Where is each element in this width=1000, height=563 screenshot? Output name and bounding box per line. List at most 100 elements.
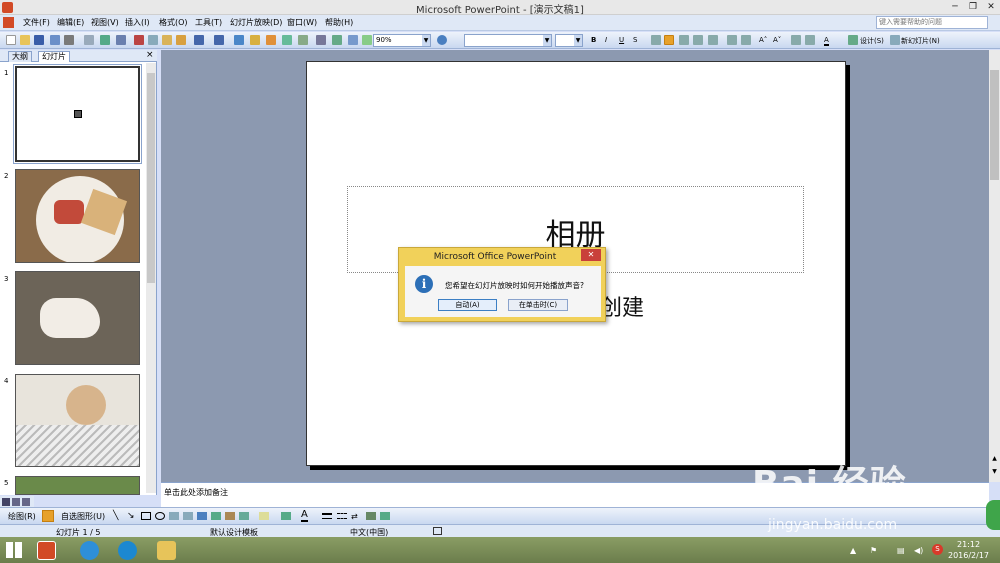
increase-font-icon[interactable]: A˄ — [759, 36, 767, 44]
decrease-indent-icon[interactable] — [791, 35, 801, 45]
spell-check-status-icon[interactable] — [433, 527, 442, 535]
flag-icon[interactable]: ⚑ — [870, 546, 877, 555]
menu-format[interactable]: 格式(O) — [159, 17, 188, 28]
autoshapes-menu[interactable]: 自选图形(U) — [61, 511, 105, 522]
oval-icon[interactable] — [155, 512, 165, 520]
3d-style-icon[interactable] — [380, 512, 390, 520]
new-slide-button[interactable]: 新幻灯片(N) — [901, 36, 940, 46]
shadow-icon[interactable]: S — [633, 36, 637, 44]
font-size-select[interactable]: ▼ — [555, 34, 583, 47]
expand-all-icon[interactable] — [316, 35, 326, 45]
slide-thumbnail-2[interactable] — [15, 169, 140, 263]
menu-file[interactable]: 文件(F) — [23, 17, 50, 28]
distributed-icon[interactable] — [708, 35, 718, 45]
open-icon[interactable] — [20, 35, 30, 45]
minimize-button[interactable]: ─ — [946, 0, 964, 14]
close-pane-icon[interactable]: × — [146, 50, 154, 60]
canvas-scroll-thumb[interactable] — [990, 70, 999, 180]
align-center-icon[interactable] — [664, 35, 674, 45]
font-color-icon[interactable]: A — [824, 36, 829, 46]
redo-icon[interactable] — [214, 35, 224, 45]
diagram-icon[interactable] — [211, 512, 221, 520]
rectangle-icon[interactable] — [141, 512, 151, 520]
save-icon[interactable] — [34, 35, 44, 45]
menu-help[interactable]: 帮助(H) — [325, 17, 353, 28]
menu-tools[interactable]: 工具(T) — [195, 17, 222, 28]
input-method-icon[interactable]: S — [932, 544, 943, 555]
slide-thumbnail-3[interactable] — [15, 271, 140, 365]
help-search-input[interactable]: 键入需要帮助的问题 — [876, 16, 988, 29]
bold-icon[interactable]: B — [591, 36, 596, 44]
undo-icon[interactable] — [194, 35, 204, 45]
cut-icon[interactable] — [134, 35, 144, 45]
slideshow-view-icon[interactable] — [22, 498, 30, 506]
print-icon[interactable] — [64, 35, 74, 45]
color-grayscale-icon[interactable] — [362, 35, 372, 45]
font-select[interactable]: ▼ — [464, 34, 552, 47]
arrow-icon[interactable]: ↘ — [127, 511, 137, 521]
shadow-style-icon[interactable] — [366, 512, 376, 520]
spelling-icon[interactable] — [100, 35, 110, 45]
browser-taskbar-icon[interactable] — [80, 541, 99, 560]
textbox-icon[interactable] — [169, 512, 179, 520]
document-icon[interactable] — [3, 17, 14, 28]
dash-style-icon[interactable] — [337, 513, 347, 519]
normal-view-icon[interactable] — [2, 498, 10, 506]
zoom-select[interactable]: 90% ▼ — [373, 34, 431, 47]
prev-slide-icon[interactable]: ▲ — [990, 455, 999, 463]
format-painter-icon[interactable] — [176, 35, 186, 45]
on-click-button[interactable]: 在单击时(C) — [508, 299, 568, 311]
network-icon[interactable]: ▤ — [897, 546, 905, 555]
tray-arrow-icon[interactable]: ▲ — [850, 546, 856, 555]
italic-icon[interactable]: I — [605, 36, 607, 44]
powerpoint-taskbar-icon[interactable] — [37, 541, 56, 560]
permission-icon[interactable] — [50, 35, 60, 45]
decrease-font-icon[interactable]: A˅ — [773, 36, 781, 44]
copy-icon[interactable] — [148, 35, 158, 45]
justify-icon[interactable] — [693, 35, 703, 45]
wordart-icon[interactable] — [197, 512, 207, 520]
clipart-icon[interactable] — [225, 512, 235, 520]
side-widget-icon[interactable] — [986, 500, 1000, 530]
slide-thumbnail-5[interactable] — [15, 476, 140, 495]
volume-icon[interactable]: ◀) — [914, 546, 923, 555]
research-icon[interactable] — [116, 35, 126, 45]
media-player-taskbar-icon[interactable] — [118, 541, 137, 560]
increase-indent-icon[interactable] — [805, 35, 815, 45]
tables-borders-icon[interactable] — [266, 35, 276, 45]
menu-slideshow[interactable]: 幻灯片放映(D) — [230, 17, 282, 28]
dialog-close-button[interactable]: ✕ — [581, 249, 601, 261]
font-color-draw-icon[interactable]: A — [301, 510, 308, 522]
insert-table-icon[interactable] — [250, 35, 260, 45]
next-slide-icon[interactable]: ▼ — [990, 468, 999, 476]
print-preview-icon[interactable] — [84, 35, 94, 45]
tab-outline[interactable]: 大纲 — [8, 51, 32, 62]
slide-thumbnail-4[interactable] — [15, 374, 140, 467]
menu-insert[interactable]: 插入(I) — [125, 17, 150, 28]
menu-view[interactable]: 视图(V) — [91, 17, 119, 28]
canvas-scrollbar[interactable]: ▲ ▼ — [989, 50, 1000, 482]
draw-menu[interactable]: 绘图(R) — [8, 511, 36, 522]
scroll-thumb[interactable] — [147, 73, 155, 283]
grid-icon[interactable] — [348, 35, 358, 45]
line-style-icon[interactable] — [322, 513, 332, 519]
vertical-textbox-icon[interactable] — [183, 512, 193, 520]
design-icon[interactable] — [848, 35, 858, 45]
line-icon[interactable]: ╲ — [113, 511, 123, 521]
align-right-icon[interactable] — [679, 35, 689, 45]
insert-chart-icon[interactable] — [234, 35, 244, 45]
close-button[interactable]: ✕ — [982, 0, 1000, 14]
taskbar-clock[interactable]: 21:12 2016/2/17 — [948, 539, 989, 561]
sorter-view-icon[interactable] — [12, 498, 20, 506]
picture-icon[interactable] — [239, 512, 249, 520]
pane-scrollbar[interactable] — [146, 63, 156, 493]
design-button[interactable]: 设计(S) — [860, 36, 884, 46]
tab-slides[interactable]: 幻灯片 — [38, 51, 70, 62]
windows-start-icon[interactable] — [6, 542, 22, 558]
numbering-icon[interactable] — [727, 35, 737, 45]
menu-edit[interactable]: 编辑(E) — [57, 17, 84, 28]
restore-button[interactable]: ❐ — [964, 0, 982, 14]
menu-window[interactable]: 窗口(W) — [287, 17, 317, 28]
new-slide-icon[interactable] — [890, 35, 900, 45]
slide-thumbnail-1[interactable] — [13, 64, 142, 164]
